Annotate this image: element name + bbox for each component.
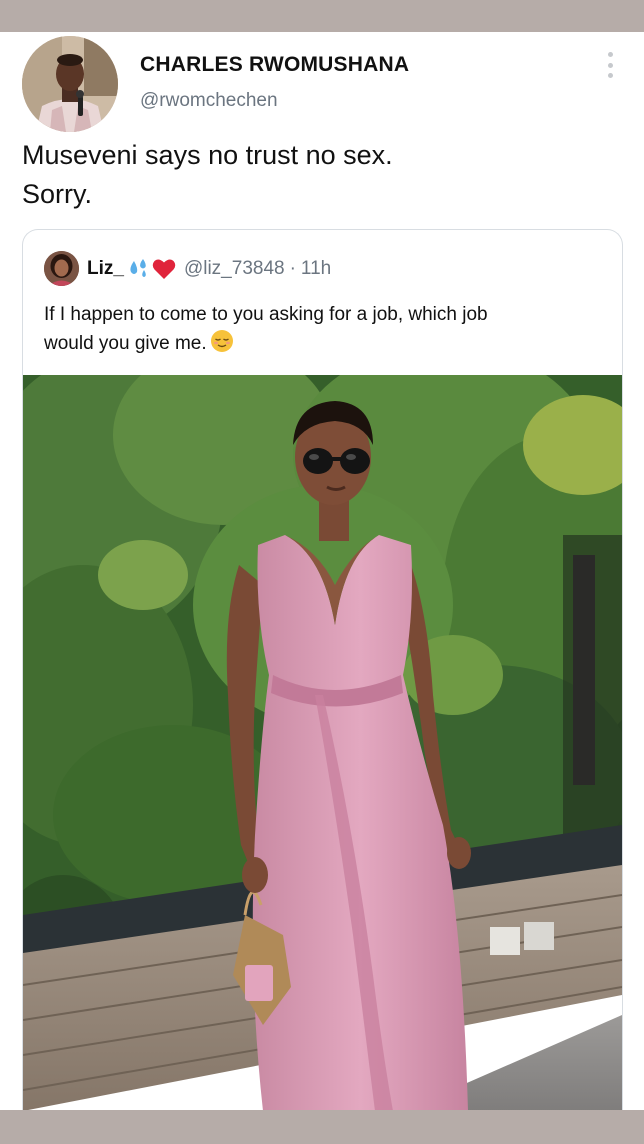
author-avatar-image	[22, 36, 118, 132]
tweet-text-line: Sorry.	[22, 179, 93, 209]
more-options-icon[interactable]	[606, 52, 614, 78]
photo-image	[23, 345, 622, 1111]
quoted-text-line: If I happen to come to you asking for a …	[44, 304, 488, 325]
red-heart-emoji-icon	[152, 258, 176, 280]
quoted-author-name[interactable]: Liz_	[87, 258, 124, 280]
dot	[607, 62, 613, 68]
quoted-author-avatar[interactable]	[44, 251, 79, 286]
dot	[607, 52, 613, 57]
author-name[interactable]: CHARLES RWOMUSHANA	[140, 53, 409, 77]
quoted-text: If I happen to come to you asking for a …	[44, 300, 604, 362]
quoted-text-line: would you give me.	[44, 329, 604, 362]
quoted-avatar-image	[44, 251, 79, 286]
quoted-timestamp[interactable]: 11h	[301, 258, 331, 280]
quoted-author-handle[interactable]: @liz_73848	[184, 258, 285, 280]
tweet-text-line: Museveni says no trust no sex.	[22, 140, 393, 170]
relieved-face-emoji-icon	[210, 329, 234, 362]
quoted-tweet[interactable]: Liz_ @liz_73848 · 11h If I happen to com…	[22, 229, 623, 1111]
quoted-tweet-photo[interactable]	[23, 345, 622, 1111]
quoted-header: Liz_ @liz_73848 · 11h	[87, 257, 331, 281]
tweet-card: CHARLES RWOMUSHANA @rwomchechen Museveni…	[0, 32, 644, 1111]
dot	[607, 73, 613, 78]
bottom-bar	[0, 1110, 644, 1144]
sweat-droplets-emoji-icon	[126, 258, 150, 280]
author-avatar[interactable]	[22, 36, 118, 132]
quoted-text-line-end: would you give me.	[44, 333, 207, 354]
tweet-text: Museveni says no trust no sex. Sorry.	[22, 136, 622, 214]
separator-dot: ·	[289, 258, 296, 279]
author-handle[interactable]: @rwomchechen	[140, 90, 278, 112]
